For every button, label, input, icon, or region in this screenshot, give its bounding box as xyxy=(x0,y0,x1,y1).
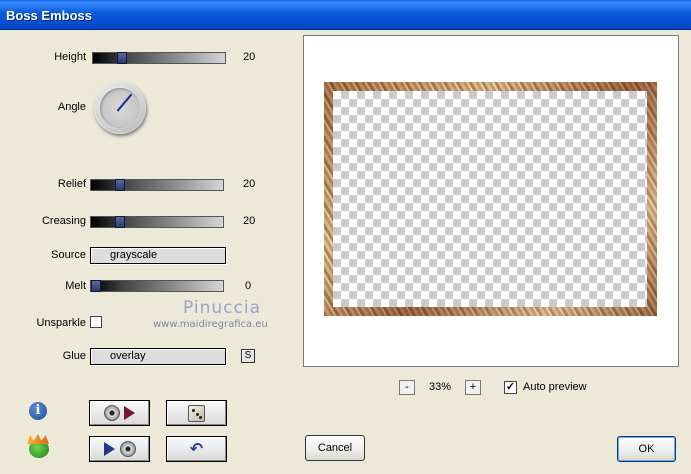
creasing-slider-thumb[interactable] xyxy=(115,216,125,228)
melt-slider[interactable] xyxy=(90,280,224,292)
watermark-url: www.maidiregrafica.eu xyxy=(153,319,268,330)
load-preset-button[interactable] xyxy=(89,400,150,426)
creasing-slider[interactable] xyxy=(90,216,224,228)
random-button[interactable] xyxy=(166,400,227,426)
cancel-button[interactable]: Cancel xyxy=(305,435,365,461)
melt-slider-thumb[interactable] xyxy=(91,280,101,292)
play-icon xyxy=(124,406,135,420)
unsparkle-label: Unsparkle xyxy=(36,317,86,329)
dice-icon xyxy=(188,405,205,422)
auto-preview-label: Auto preview xyxy=(523,381,587,393)
source-label: Source xyxy=(51,249,86,261)
creasing-value: 20 xyxy=(243,215,256,227)
relief-slider[interactable] xyxy=(90,179,224,191)
zoom-in-button[interactable]: + xyxy=(465,380,481,395)
relief-slider-thumb[interactable] xyxy=(115,179,125,191)
height-label: Height xyxy=(54,51,86,63)
zoom-level: 33% xyxy=(429,381,452,393)
window-title: Boss Emboss xyxy=(6,8,92,23)
info-icon[interactable]: i xyxy=(29,402,47,420)
disc-icon xyxy=(120,441,136,457)
ok-button[interactable]: OK xyxy=(617,436,676,462)
glue-dropdown[interactable]: overlay xyxy=(90,348,226,365)
preview-image-border xyxy=(324,82,657,316)
reset-button[interactable]: ↶ xyxy=(166,436,227,462)
glue-label: Glue xyxy=(62,350,86,362)
angle-dial-needle xyxy=(116,93,133,112)
melt-value: 0 xyxy=(245,280,252,292)
angle-dial[interactable] xyxy=(94,82,146,134)
glue-s-button[interactable]: S xyxy=(241,349,255,363)
source-dropdown[interactable]: grayscale xyxy=(90,247,226,264)
watermark-name: Pinuccia xyxy=(183,298,261,318)
save-preset-button[interactable] xyxy=(89,436,150,462)
preview-panel[interactable] xyxy=(303,35,679,367)
relief-label: Relief xyxy=(57,178,86,190)
transparent-checkerboard xyxy=(333,91,647,307)
plugin-logo-icon xyxy=(25,434,53,460)
play-icon xyxy=(104,442,115,456)
undo-icon: ↶ xyxy=(189,439,204,458)
creasing-label: Creasing xyxy=(41,215,86,227)
relief-value: 20 xyxy=(243,178,256,190)
height-slider-thumb[interactable] xyxy=(117,52,127,64)
disc-icon xyxy=(104,405,120,421)
angle-dial-face xyxy=(100,88,140,128)
height-value: 20 xyxy=(243,51,256,63)
title-bar: Boss Emboss xyxy=(0,0,691,30)
height-slider[interactable] xyxy=(92,52,226,64)
dialog-body: Height 20 Angle Relief 20 Creasing 20 So… xyxy=(0,30,691,474)
angle-label: Angle xyxy=(57,101,86,113)
auto-preview-checkbox[interactable]: ✓ xyxy=(504,381,517,394)
unsparkle-checkbox[interactable] xyxy=(90,316,102,328)
zoom-out-button[interactable]: - xyxy=(399,380,415,395)
melt-label: Melt xyxy=(65,280,86,292)
